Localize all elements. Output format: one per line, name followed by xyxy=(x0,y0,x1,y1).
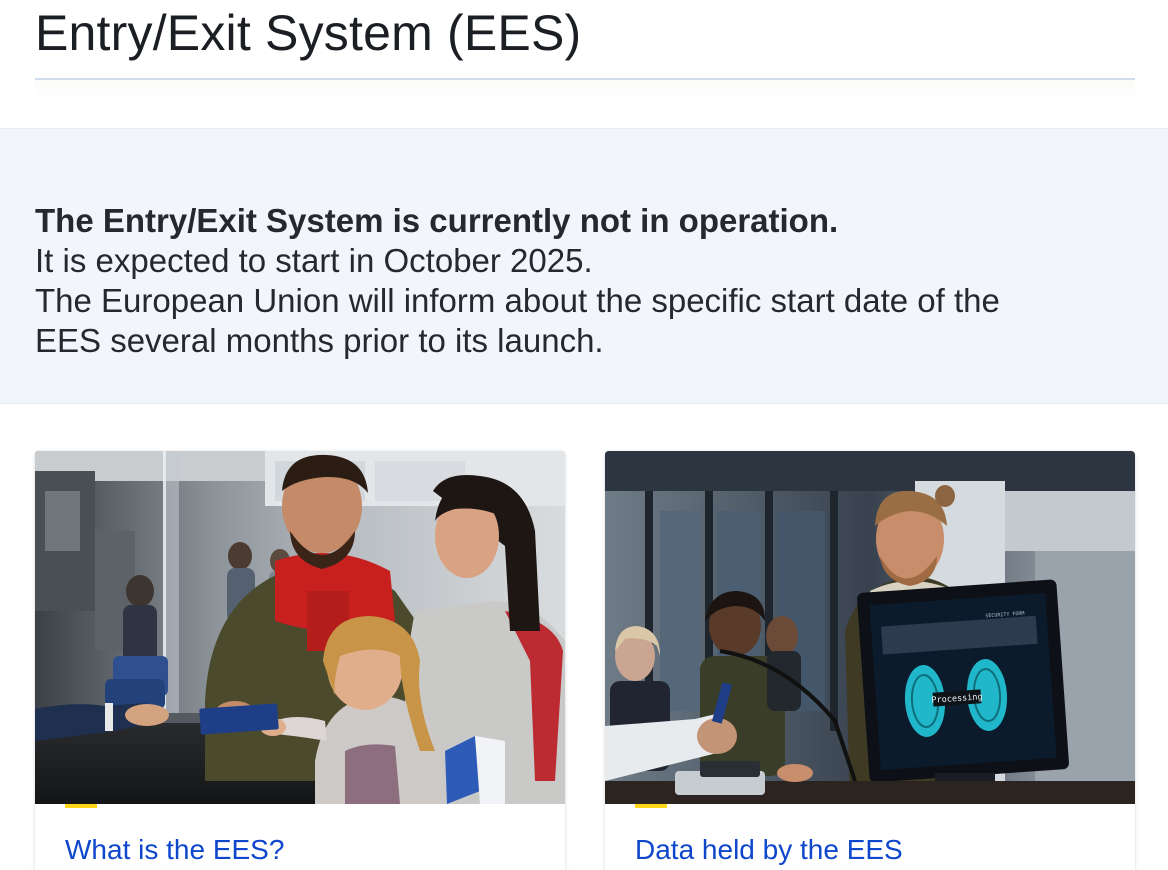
card-what-is-ees[interactable]: What is the EES? xyxy=(35,451,565,870)
card-data-held[interactable]: Processing SECURITY FORM Data held by th… xyxy=(605,451,1135,870)
notice-info-line: The European Union will inform about the… xyxy=(35,282,1000,319)
card-image-fingerprint-terminal[interactable]: Processing SECURITY FORM xyxy=(605,451,1135,804)
notice-start-date: It is expected to start in October 2025. xyxy=(35,242,593,279)
page-header: Entry/Exit System (EES) xyxy=(35,0,1135,96)
card-accent-bar xyxy=(635,804,667,808)
page: Entry/Exit System (EES) The Entry/Exit S… xyxy=(0,0,1168,870)
notice-text: The Entry/Exit System is currently not i… xyxy=(35,201,1135,361)
card-accent-bar xyxy=(65,804,97,808)
notice-lead: The Entry/Exit System is currently not i… xyxy=(35,202,839,239)
operation-notice: The Entry/Exit System is currently not i… xyxy=(0,128,1168,404)
page-title: Entry/Exit System (EES) xyxy=(35,5,582,61)
card-title-link[interactable]: Data held by the EES xyxy=(635,833,903,867)
card-image-family-border[interactable] xyxy=(35,451,565,804)
card-title-link[interactable]: What is the EES? xyxy=(65,833,284,867)
fingerprint-terminal-illustration: Processing SECURITY FORM xyxy=(605,451,1135,804)
title-divider-shade xyxy=(35,80,1135,96)
notice-info-line-cont: EES several months prior to its launch. xyxy=(35,322,604,359)
family-border-illustration xyxy=(35,451,565,804)
